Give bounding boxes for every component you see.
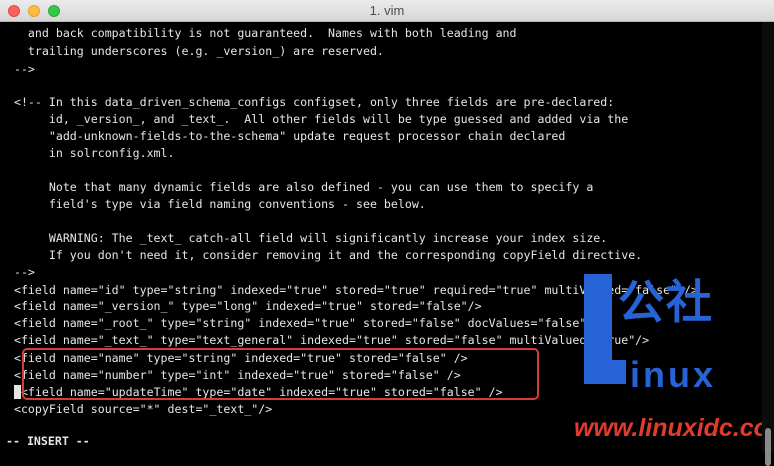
- scrollbar-thumb[interactable]: [765, 428, 771, 466]
- editor-line: WARNING: The _text_ catch-all field will…: [0, 231, 608, 245]
- editor-line: -->: [0, 62, 35, 76]
- window-title: 1. vim: [369, 3, 405, 18]
- editor-line: in solrconfig.xml.: [0, 146, 175, 160]
- editor-line: -->: [0, 265, 35, 279]
- highlight-box: [22, 348, 539, 400]
- editor-line: <field name="_version_" type="long" inde…: [0, 299, 482, 313]
- watermark-inux-text: inux: [630, 354, 717, 395]
- text-cursor: [13, 385, 21, 399]
- editor-line: "add-unknown-fields-to-the-schema" updat…: [0, 129, 566, 143]
- editor-line: trailing underscores (e.g. _version_) ar…: [0, 44, 384, 58]
- editor-line: and back compatibility is not guaranteed…: [0, 26, 517, 40]
- editor-line: <field name="_text_" type="text_general"…: [0, 333, 650, 347]
- vim-mode-indicator: -- INSERT --: [6, 434, 90, 448]
- editor-line: Note that many dynamic fields are also d…: [0, 180, 594, 194]
- editor-line: <copyField source="*" dest="_text_"/>: [0, 402, 273, 416]
- editor-line: field's type via field naming convention…: [0, 197, 426, 211]
- editor-line: id, _version_, and _text_. All other fie…: [0, 112, 629, 126]
- editor-line: <!-- In this data_driven_schema_configs …: [0, 95, 615, 109]
- watermark-logo: 公社 inux www.linuxidc.com: [574, 264, 774, 444]
- scrollbar[interactable]: [762, 22, 774, 466]
- editor-line: If you don't need it, consider removing …: [0, 248, 643, 262]
- watermark-url: www.linuxidc.com: [574, 414, 774, 442]
- window-titlebar[interactable]: 1. vim: [0, 0, 774, 22]
- watermark-l-foot: [584, 360, 626, 384]
- watermark-chinese-text: 公社: [618, 275, 714, 329]
- editor-line: <field name="_root_" type="string" index…: [0, 316, 608, 330]
